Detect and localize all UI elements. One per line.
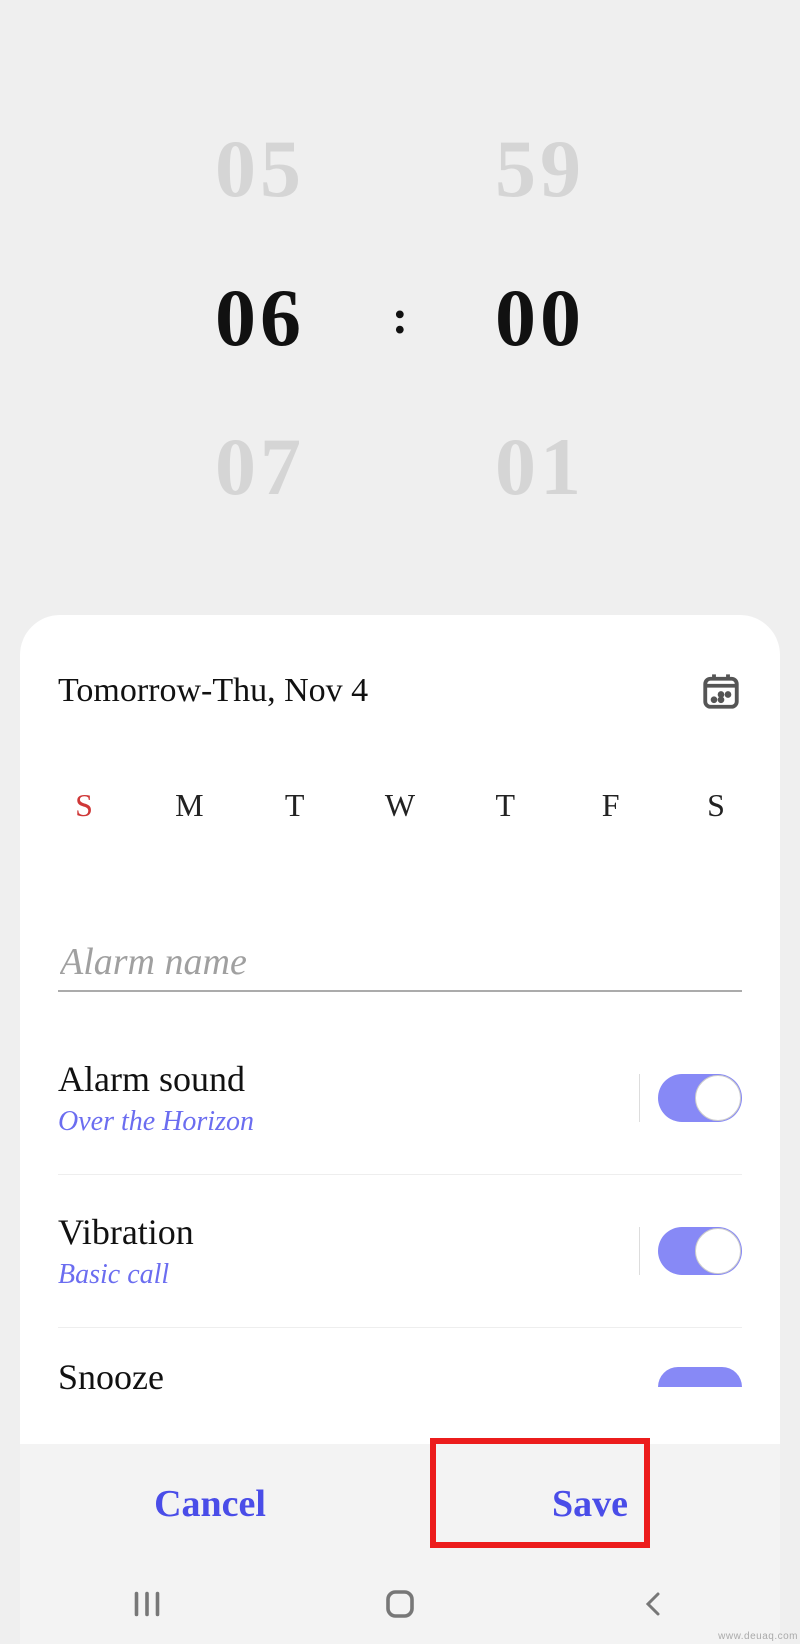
system-nav-bar [20,1564,780,1644]
cancel-button[interactable]: Cancel [20,1444,400,1564]
divider [639,1074,640,1122]
hour-prev[interactable]: 05 [160,122,360,216]
calendar-icon[interactable] [700,670,742,712]
alarm-sound-row[interactable]: Alarm sound Over the Horizon [58,1022,742,1174]
vibration-row[interactable]: Vibration Basic call [58,1175,742,1327]
weekday-selector: S M T W T F S [58,787,742,824]
snooze-title: Snooze [58,1356,164,1398]
day-friday[interactable]: F [591,787,631,824]
vibration-toggle[interactable] [658,1227,742,1275]
time-picker[interactable]: 05 : 59 06 : 00 07 : 01 [20,0,780,615]
watermark: www.deuaq.com [718,1631,798,1642]
alarm-sound-title: Alarm sound [58,1058,254,1100]
minute-selected[interactable]: 00 [440,271,640,365]
divider [639,1227,640,1275]
minute-next[interactable]: 01 [440,420,640,514]
snooze-toggle[interactable] [658,1367,742,1387]
alarm-sound-toggle[interactable] [658,1074,742,1122]
hour-next[interactable]: 07 [160,420,360,514]
day-tuesday[interactable]: T [275,787,315,824]
day-sunday[interactable]: S [64,787,104,824]
alarm-name-input[interactable] [58,934,742,992]
alarm-settings-card: Tomorrow-Thu, Nov 4 S M T W T F [20,615,780,1444]
time-separator: : [360,290,440,345]
snooze-row[interactable]: Snooze [58,1328,742,1398]
back-button[interactable] [623,1586,683,1622]
minute-prev[interactable]: 59 [440,122,640,216]
alarm-sound-subtitle: Over the Horizon [58,1106,254,1138]
date-label: Tomorrow-Thu, Nov 4 [58,672,368,710]
save-button[interactable]: Save [400,1444,780,1564]
home-button[interactable] [370,1586,430,1622]
vibration-subtitle: Basic call [58,1259,194,1291]
day-saturday[interactable]: S [696,787,736,824]
day-thursday[interactable]: T [485,787,525,824]
hour-selected[interactable]: 06 [160,271,360,365]
day-wednesday[interactable]: W [380,787,420,824]
day-monday[interactable]: M [169,787,209,824]
vibration-title: Vibration [58,1211,194,1253]
action-bar: Cancel Save [20,1444,780,1564]
recents-button[interactable] [117,1589,177,1619]
